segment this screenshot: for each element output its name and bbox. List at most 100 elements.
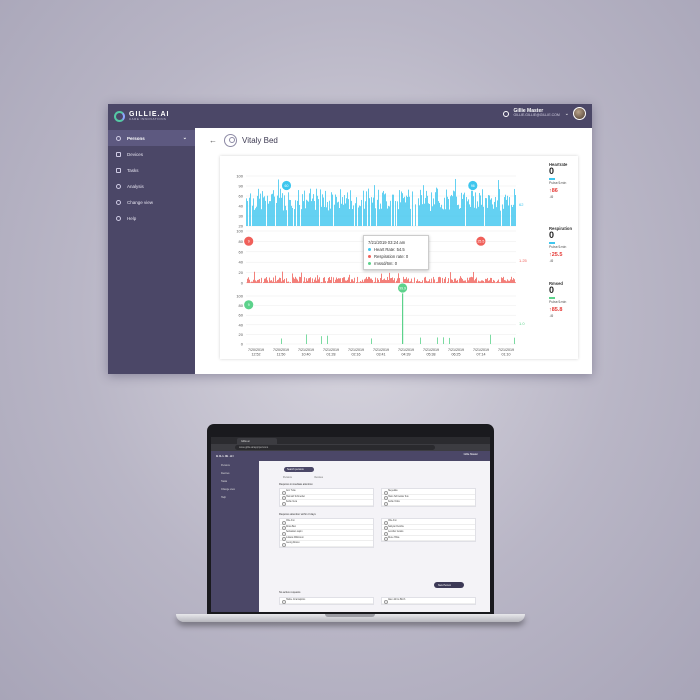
chart-bar bbox=[498, 279, 499, 283]
chart-bar bbox=[438, 201, 439, 226]
mini-sidebar-item[interactable]: Tasks bbox=[211, 477, 259, 485]
chart-bar bbox=[449, 209, 450, 226]
sidebar-item-tasks[interactable]: Tasks bbox=[108, 162, 195, 178]
sidebar-item-change-view[interactable]: Change view bbox=[108, 194, 195, 210]
chart-bar bbox=[499, 189, 500, 226]
chart-bar bbox=[288, 192, 289, 226]
sidebar-item-analysis[interactable]: Analysis bbox=[108, 178, 195, 194]
chart-bar bbox=[425, 197, 426, 226]
chart-bar bbox=[303, 201, 304, 226]
list-item[interactable]: Alan Johns Birch bbox=[382, 598, 475, 604]
chart-bar bbox=[429, 279, 430, 283]
chart-bar bbox=[254, 209, 255, 226]
mini-section-title: No active requests bbox=[279, 591, 301, 594]
chart-bar bbox=[347, 279, 348, 283]
chart-bar bbox=[311, 282, 312, 283]
mini-sidebar-item[interactable]: Help bbox=[211, 493, 259, 501]
chart-bar bbox=[380, 278, 381, 283]
chart-bar bbox=[371, 197, 372, 226]
list-item[interactable]: Rune Hilka bbox=[382, 536, 475, 541]
chart-bar bbox=[514, 337, 515, 344]
mini-sidebar-item[interactable]: Persons bbox=[211, 461, 259, 469]
chart-bar bbox=[247, 278, 248, 283]
chart-bar bbox=[288, 281, 289, 283]
list-item[interactable]: Hattie Jorarrapkins bbox=[280, 598, 373, 604]
chart-bar bbox=[295, 200, 296, 226]
chart-bar bbox=[335, 279, 336, 283]
chart-bar bbox=[492, 204, 493, 226]
gear-icon[interactable] bbox=[503, 110, 510, 117]
chart-bar bbox=[319, 277, 320, 283]
sidebar-item-devices[interactable]: Devices bbox=[108, 146, 195, 162]
chart-bar bbox=[296, 278, 297, 283]
chart-bar bbox=[349, 274, 350, 283]
chart-bar bbox=[414, 277, 415, 283]
address-bar[interactable]: www.gillie.ai/app/persons bbox=[235, 445, 435, 450]
chart-bar bbox=[454, 278, 455, 283]
chart-bar bbox=[318, 279, 319, 283]
chart-bar bbox=[375, 208, 376, 226]
chart-bar bbox=[511, 204, 512, 226]
chart-bar bbox=[491, 277, 492, 283]
chart-bar bbox=[405, 278, 406, 283]
chart-bar bbox=[423, 185, 424, 226]
chart-bar bbox=[478, 280, 479, 283]
avatar[interactable] bbox=[573, 107, 586, 120]
chart-bar bbox=[321, 282, 322, 283]
chevron-down-icon[interactable]: ⌄ bbox=[565, 111, 569, 117]
chart-bar bbox=[478, 206, 479, 226]
chart-bar bbox=[323, 277, 324, 283]
x-tick-label: 02:16 bbox=[352, 353, 361, 357]
sidebar-item-persons[interactable]: Persons ⌄ bbox=[108, 130, 195, 146]
chart-bar bbox=[403, 276, 404, 283]
chart-bar bbox=[411, 278, 412, 283]
chart-bar bbox=[329, 276, 330, 283]
back-arrow-icon[interactable]: ← bbox=[209, 136, 217, 145]
metric-value: 0 bbox=[549, 230, 555, 240]
mini-sidebar-item[interactable]: Devices bbox=[211, 469, 259, 477]
sidebar-item-help[interactable]: Help bbox=[108, 210, 195, 226]
y-tick-label: 20 bbox=[239, 270, 244, 275]
chart-bar bbox=[436, 282, 437, 283]
chart-bar bbox=[259, 198, 260, 226]
list-item[interactable]: Kellie Vera bbox=[280, 500, 373, 506]
chart-bar bbox=[308, 201, 309, 226]
chart-bar bbox=[289, 199, 290, 226]
x-tick-label: 10:40 bbox=[302, 353, 311, 357]
chart-bar bbox=[503, 276, 504, 283]
chart-bar bbox=[348, 199, 349, 226]
metric-respiration: Respiration 0 Pulse/1min ↑25.5 ↓0 bbox=[549, 226, 589, 263]
user-menu[interactable]: Gillie Master GILLIE.GILLIE@GILLIE.COM ⌄ bbox=[503, 107, 586, 120]
chart-bar bbox=[298, 190, 299, 226]
y-tick-label: 0 bbox=[241, 342, 244, 347]
new-person-button[interactable]: New Person bbox=[434, 582, 464, 588]
chart-bar bbox=[481, 204, 482, 226]
chart-bar bbox=[308, 278, 309, 283]
chart-bar bbox=[410, 281, 411, 283]
chart-bar bbox=[368, 188, 369, 226]
list-item[interactable]: Kellie Vinks bbox=[382, 500, 475, 506]
mini-sidebar-item[interactable]: Change view bbox=[211, 485, 259, 493]
chart-bar bbox=[337, 279, 338, 283]
mini-tab[interactable]: Persons bbox=[283, 476, 292, 479]
chart-bar bbox=[464, 192, 465, 226]
chart-bar bbox=[453, 190, 454, 226]
chart-bar bbox=[486, 279, 487, 283]
mini-tab[interactable]: Devices bbox=[314, 476, 323, 479]
chart-bar bbox=[442, 208, 443, 226]
chart-bar bbox=[345, 280, 346, 283]
chart-bar bbox=[476, 208, 477, 226]
chart-bar bbox=[420, 189, 421, 226]
list-item[interactable]: Georg Rosso bbox=[280, 541, 373, 547]
chart-bar bbox=[472, 277, 473, 283]
chart-bar bbox=[347, 192, 348, 226]
chart-bar bbox=[292, 207, 293, 226]
chart-bar bbox=[341, 203, 342, 226]
chart-bar bbox=[514, 279, 515, 283]
chart-bar bbox=[380, 203, 381, 226]
chart-bar bbox=[490, 334, 491, 344]
mini-search-input[interactable]: Search persons bbox=[284, 467, 314, 472]
chart-bar bbox=[270, 201, 271, 226]
logo[interactable]: GILLIE.AI CARE INNOVATIONS bbox=[114, 110, 170, 122]
mini-tabs: Persons Devices bbox=[283, 476, 345, 479]
